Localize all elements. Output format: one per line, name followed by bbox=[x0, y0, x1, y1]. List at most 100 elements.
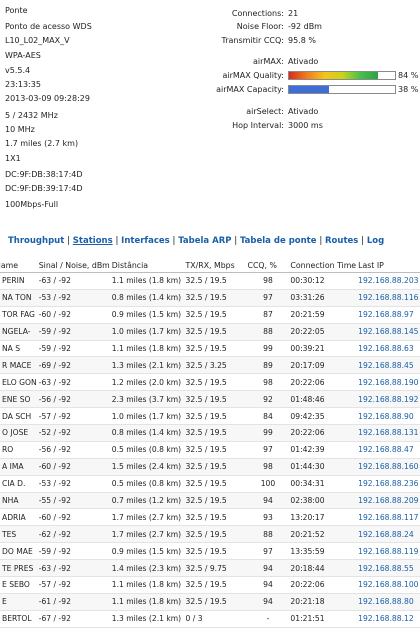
cell-last-ip[interactable]: 192.168.88.117 bbox=[356, 508, 420, 527]
cell-tx-rx-rate: 32.5 / 19.5 bbox=[183, 508, 246, 527]
col-header-distance[interactable]: Distância bbox=[109, 259, 184, 273]
cell-tx-rx-rate: 32.5 / 19.5 bbox=[183, 323, 246, 341]
airselect-label: airSelect: bbox=[246, 107, 284, 116]
airmax-quality-percent: 84 % bbox=[398, 71, 419, 80]
cell-connection-time: 20:21:52 bbox=[288, 525, 357, 544]
lan-speed-value: 100Mbps-Full bbox=[5, 200, 59, 209]
cell-last-ip[interactable]: 192.168.88.192 bbox=[356, 390, 420, 409]
cell-ccq: 88 bbox=[245, 323, 289, 341]
cell-ccq: 97 bbox=[245, 542, 289, 561]
table-row: A IMA -60 / -92 1.5 miles (2.4 km) 32.5 / 1… bbox=[0, 458, 420, 476]
cell-station-name: NA S bbox=[0, 340, 37, 358]
cell-last-ip[interactable]: 192.168.88.24 bbox=[356, 525, 420, 544]
cell-last-ip[interactable]: 192.168.88.100 bbox=[356, 576, 420, 594]
tab-separator: | bbox=[66, 236, 71, 246]
cell-tx-rx-rate: 32.5 / 19.5 bbox=[183, 593, 246, 611]
cell-ccq: 94 bbox=[245, 593, 289, 611]
airmax-quality-fill bbox=[289, 72, 379, 79]
cell-station-name: CIA D. bbox=[0, 475, 37, 493]
tab-interfaces[interactable]: Interfaces bbox=[121, 236, 170, 246]
col-header-last-ip[interactable]: Last IP bbox=[356, 259, 420, 273]
wireless-mode: Ponte bbox=[5, 6, 28, 15]
uptime-value: 23:13:35 bbox=[5, 80, 41, 89]
cell-last-ip[interactable]: 192.168.88.116 bbox=[356, 289, 420, 307]
cell-tx-rx-rate: 32.5 / 19.5 bbox=[183, 390, 246, 409]
airmax-capacity-bar bbox=[288, 85, 396, 94]
cell-ccq: 98 bbox=[245, 458, 289, 476]
cell-last-ip[interactable]: 192.168.88.160 bbox=[356, 458, 420, 476]
cell-connection-time: 00:34:31 bbox=[288, 475, 357, 493]
cell-last-ip[interactable]: 192.168.88.236 bbox=[356, 475, 420, 493]
cell-tx-rx-rate: 32.5 / 19.5 bbox=[183, 475, 246, 493]
tab-separator: | bbox=[234, 236, 238, 246]
cell-signal-noise: -63 / -92 bbox=[36, 272, 110, 290]
tab-log[interactable]: Log bbox=[367, 236, 384, 246]
tab-stations[interactable]: Stations bbox=[73, 236, 113, 246]
table-row: PERIN -63 / -92 1.1 miles (1.8 km) 32.5 / 1… bbox=[0, 272, 420, 290]
cell-tx-rx-rate: 32.5 / 19.5 bbox=[183, 492, 246, 510]
cell-distance: 1.7 miles (2.7 km) bbox=[109, 508, 184, 527]
cell-distance: 0.9 miles (1.5 km) bbox=[109, 306, 184, 324]
tab-arp-table[interactable]: Tabela ARP bbox=[178, 236, 231, 246]
cell-connection-time: 01:21:51 bbox=[288, 610, 357, 628]
cell-station-name: TOR FAG bbox=[0, 306, 37, 324]
cell-ccq: 99 bbox=[245, 424, 289, 442]
cell-last-ip[interactable]: 192.168.88.80 bbox=[356, 593, 420, 611]
tab-separator: | bbox=[115, 236, 119, 246]
col-header-connection-time[interactable]: Connection Time bbox=[288, 259, 357, 273]
cell-signal-noise: -56 / -92 bbox=[36, 390, 110, 409]
cell-station-name: ELO GON bbox=[0, 373, 37, 392]
cell-connection-time: 13:35:59 bbox=[288, 542, 357, 561]
cell-signal-noise: -60 / -92 bbox=[36, 458, 110, 476]
cell-connection-time: 20:17:09 bbox=[288, 356, 357, 375]
cell-last-ip[interactable]: 192.168.88.63 bbox=[356, 340, 420, 358]
cell-signal-noise: -60 / -92 bbox=[36, 306, 110, 324]
col-header-signal[interactable]: Sinal / Noise, dBm bbox=[36, 259, 110, 273]
cell-last-ip[interactable]: 192.168.88.145 bbox=[356, 323, 420, 341]
cell-last-ip[interactable]: 192.168.88.97 bbox=[356, 306, 420, 324]
cell-station-name: E bbox=[0, 593, 37, 611]
cell-distance: 1.3 miles (2.1 km) bbox=[109, 356, 184, 375]
table-row: NA TON -53 / -92 0.8 miles (1.4 km) 32.5 / … bbox=[0, 289, 420, 307]
col-header-ccq[interactable]: CCQ, % bbox=[245, 259, 289, 273]
table-row: RO -56 / -92 0.5 miles (0.8 km) 32.5 / 19.5… bbox=[0, 441, 420, 459]
cell-last-ip[interactable]: 192.168.88.45 bbox=[356, 356, 420, 375]
tab-routes[interactable]: Routes bbox=[325, 236, 358, 246]
col-header-txrx[interactable]: TX/RX, Mbps bbox=[183, 259, 246, 273]
connections-label: Connections: bbox=[231, 9, 284, 18]
col-header-name[interactable]: Name bbox=[0, 259, 37, 273]
cell-last-ip[interactable]: 192.168.88.90 bbox=[356, 407, 420, 426]
tab-throughput[interactable]: Throughput bbox=[8, 236, 64, 246]
cell-distance: 1.7 miles (2.7 km) bbox=[109, 525, 184, 544]
table-row: NHA -55 / -92 0.7 miles (1.2 km) 32.5 / 19.… bbox=[0, 492, 420, 510]
cell-last-ip[interactable]: 192.168.88.131 bbox=[356, 424, 420, 442]
cell-last-ip[interactable]: 192.168.88.55 bbox=[356, 559, 420, 578]
cell-connection-time: 20:22:06 bbox=[288, 373, 357, 392]
tab-bridge-table[interactable]: Tabela de ponte bbox=[240, 236, 317, 246]
table-row: DO MAE -59 / -92 0.9 miles (1.5 km) 32.5 / … bbox=[0, 542, 420, 561]
cell-signal-noise: -57 / -92 bbox=[36, 576, 110, 594]
cell-distance: 2.3 miles (3.7 km) bbox=[109, 390, 184, 409]
cell-ccq: 89 bbox=[245, 356, 289, 375]
stations-table-body: PERIN -63 / -92 1.1 miles (1.8 km) 32.5 / 1… bbox=[0, 272, 420, 628]
cell-connection-time: 01:44:30 bbox=[288, 458, 357, 476]
cell-distance: 1.2 miles (2.0 km) bbox=[109, 373, 184, 392]
table-header-row: Name Sinal / Noise, dBm Distância TX/RX,… bbox=[0, 259, 420, 273]
cell-last-ip[interactable]: 192.168.88.12 bbox=[356, 610, 420, 628]
cell-tx-rx-rate: 32.5 / 19.5 bbox=[183, 373, 246, 392]
cell-signal-noise: -63 / -92 bbox=[36, 373, 110, 392]
cell-last-ip[interactable]: 192.168.88.203 bbox=[356, 272, 420, 290]
cell-last-ip[interactable]: 192.168.88.209 bbox=[356, 492, 420, 510]
table-row: TE PRES -63 / -92 1.4 miles (2.3 km) 32.5 /… bbox=[0, 559, 420, 578]
cell-last-ip[interactable]: 192.168.88.119 bbox=[356, 542, 420, 561]
tab-separator: | bbox=[172, 236, 176, 246]
cell-last-ip[interactable]: 192.168.88.190 bbox=[356, 373, 420, 392]
table-row: CIA D. -53 / -92 0.5 miles (0.8 km) 32.5 / … bbox=[0, 475, 420, 493]
cell-distance: 1.0 miles (1.7 km) bbox=[109, 323, 184, 341]
cell-connection-time: 20:22:05 bbox=[288, 323, 357, 341]
airselect-value: Ativado bbox=[288, 107, 319, 116]
cell-last-ip[interactable]: 192.168.88.47 bbox=[356, 441, 420, 459]
connections-value: 21 bbox=[288, 9, 299, 18]
airmax-capacity-label: airMAX Capacity: bbox=[216, 85, 284, 94]
wireless-mode-ap: Ponto de acesso WDS bbox=[5, 22, 92, 31]
